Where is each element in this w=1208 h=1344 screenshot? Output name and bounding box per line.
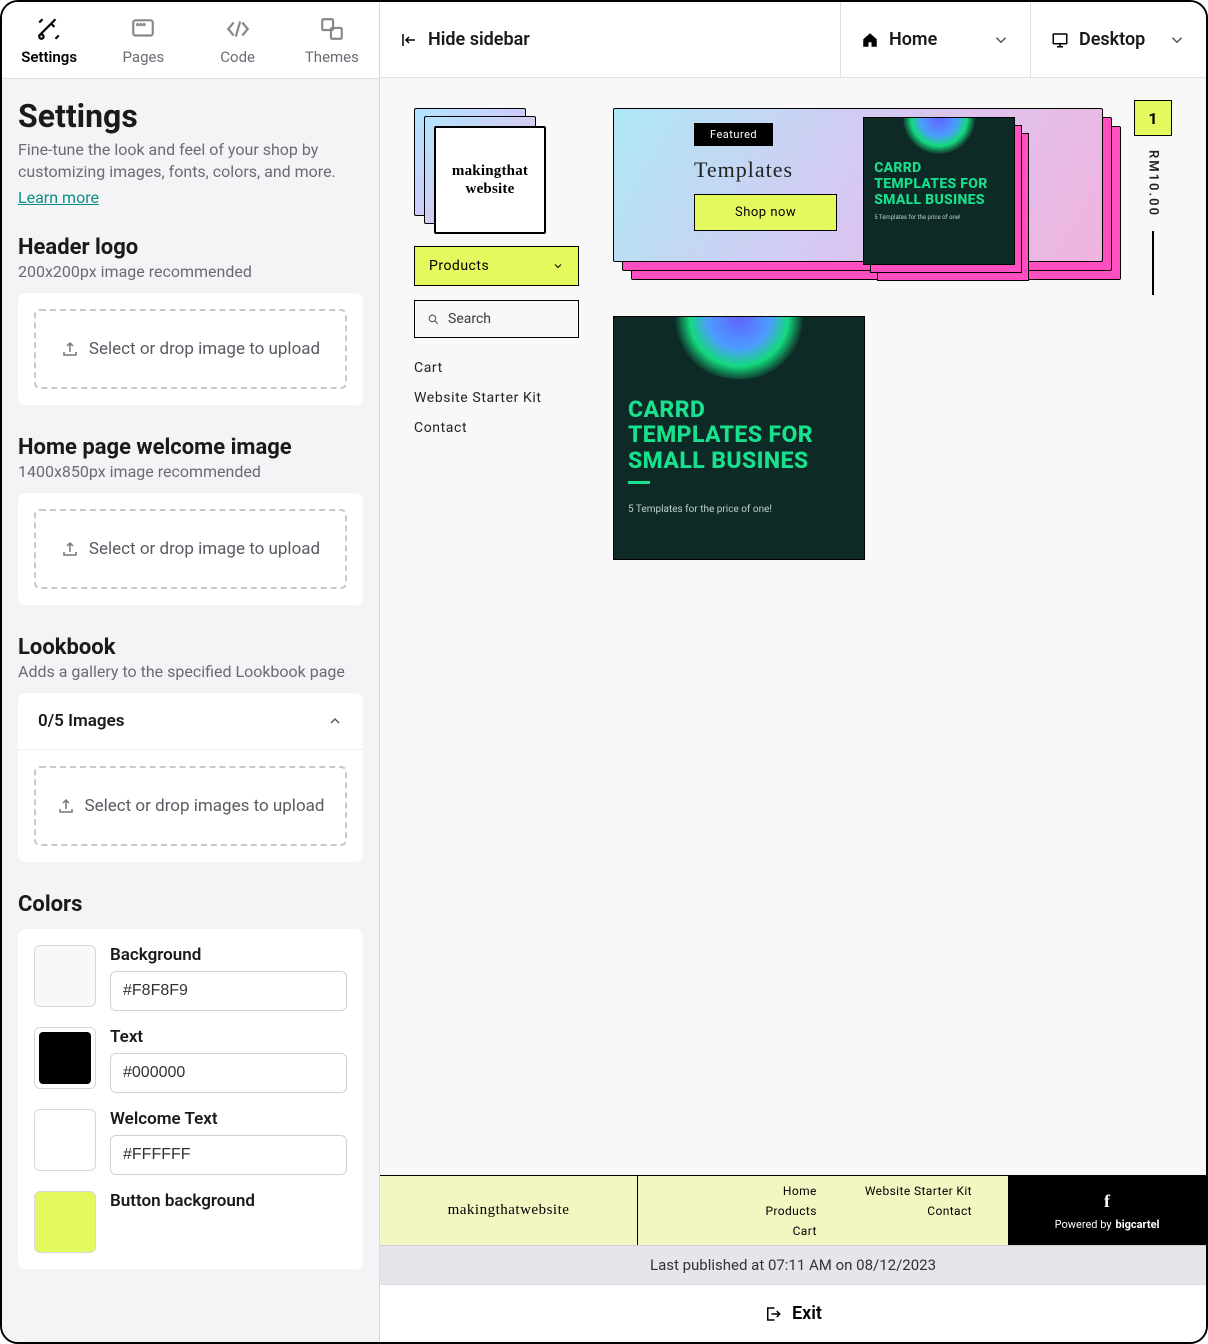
home-icon (861, 31, 879, 49)
tab-pages[interactable]: Pages (96, 2, 190, 78)
upload-welcome-image[interactable]: Select or drop image to upload (34, 509, 347, 589)
code-icon (225, 16, 251, 42)
upload-header-logo[interactable]: Select or drop image to upload (34, 309, 347, 389)
preview-canvas: makingthat website Products Search Cart (380, 78, 1206, 1245)
hide-sidebar-button[interactable]: Hide sidebar (380, 2, 840, 77)
color-row-button-bg: Button background (34, 1191, 347, 1253)
preview-hero: Featured Templates Shop now CARR (613, 108, 1121, 288)
color-swatch[interactable] (34, 1109, 96, 1171)
preview-logo[interactable]: makingthat website (414, 108, 554, 232)
page-select-label: Home (889, 29, 937, 50)
color-label: Background (110, 945, 347, 965)
color-label: Button background (110, 1191, 347, 1211)
chevron-down-icon (1168, 31, 1186, 49)
color-input-background[interactable] (110, 971, 347, 1011)
cart-price: RM10.00 (1146, 150, 1161, 217)
panel-title: Settings (18, 97, 363, 135)
hero-title: Templates (694, 157, 793, 183)
color-swatch[interactable] (34, 1191, 96, 1253)
hero-badge: Featured (694, 123, 773, 146)
tab-label: Themes (305, 48, 359, 66)
preview-footer: makingthatwebsite Home Website Starter K… (380, 1175, 1206, 1245)
page-select[interactable]: Home (840, 2, 1030, 77)
lookbook-accordion-toggle[interactable]: 0/5 Images (18, 693, 363, 750)
section-colors-title: Colors (18, 892, 363, 917)
color-label: Text (110, 1027, 347, 1047)
hide-sidebar-label: Hide sidebar (428, 29, 530, 50)
exit-icon (764, 1305, 782, 1323)
hero-cta-button[interactable]: Shop now (694, 194, 837, 231)
pages-icon (130, 16, 156, 42)
section-header-logo-title: Header logo (18, 235, 363, 260)
topbar: Hide sidebar Home Desktop (380, 2, 1206, 78)
collapse-icon (400, 31, 418, 49)
tab-code[interactable]: Code (191, 2, 285, 78)
cart-divider (1152, 231, 1154, 295)
footer-link[interactable]: Products (765, 1204, 816, 1218)
upload-label: Select or drop images to upload (85, 796, 325, 816)
search-icon (427, 313, 440, 326)
publish-status: Last published at 07:11 AM on 08/12/2023 (380, 1245, 1206, 1284)
viewport-select[interactable]: Desktop (1030, 2, 1206, 77)
upload-lookbook-images[interactable]: Select or drop images to upload (34, 766, 347, 846)
chevron-down-icon (552, 260, 564, 272)
section-welcome-title: Home page welcome image (18, 435, 363, 460)
preview-nav-cart[interactable]: Cart (414, 360, 579, 376)
color-input-text[interactable] (110, 1053, 347, 1093)
exit-label: Exit (792, 1303, 822, 1324)
color-input-welcome-text[interactable] (110, 1135, 347, 1175)
section-lookbook-sub: Adds a gallery to the specified Lookbook… (18, 662, 363, 681)
color-label: Welcome Text (110, 1109, 347, 1129)
bigcartel-link[interactable]: bigcartel (1116, 1218, 1160, 1231)
section-header-logo-sub: 200x200px image recommended (18, 262, 363, 281)
panel-desc: Fine-tune the look and feel of your shop… (18, 139, 363, 184)
tab-label: Settings (21, 48, 77, 66)
preview-cart-widget[interactable]: 1 RM10.00 (1134, 100, 1172, 295)
footer-link[interactable]: Cart (765, 1224, 816, 1238)
preview-nav-starter-kit[interactable]: Website Starter Kit (414, 390, 579, 406)
panel-tabs: Settings Pages Code Themes (2, 2, 379, 79)
color-row-welcome-text: Welcome Text (34, 1109, 347, 1175)
tab-label: Pages (123, 48, 165, 66)
upload-icon (61, 540, 79, 558)
color-row-background: Background (34, 945, 347, 1011)
upload-label: Select or drop image to upload (89, 539, 320, 559)
section-welcome-sub: 1400x850px image recommended (18, 462, 363, 481)
logo-text: makingthat website (434, 126, 546, 234)
facebook-icon[interactable]: f (1104, 1191, 1110, 1212)
preview-search-input[interactable]: Search (414, 300, 579, 338)
powered-by-label: Powered by (1055, 1218, 1112, 1231)
upload-label: Select or drop image to upload (89, 339, 320, 359)
preview-products-button[interactable]: Products (414, 246, 579, 286)
chevron-up-icon (327, 713, 343, 729)
chevron-down-icon (992, 31, 1010, 49)
settings-icon (36, 16, 62, 42)
section-lookbook-title: Lookbook (18, 635, 363, 660)
themes-icon (319, 16, 345, 42)
color-swatch[interactable] (34, 1027, 96, 1089)
footer-link[interactable]: Website Starter Kit (865, 1184, 972, 1198)
learn-more-link[interactable]: Learn more (18, 188, 99, 207)
search-placeholder: Search (448, 311, 491, 327)
color-swatch[interactable] (34, 945, 96, 1007)
preview-nav-contact[interactable]: Contact (414, 420, 579, 436)
tab-settings[interactable]: Settings (2, 2, 96, 78)
footer-link[interactable]: Contact (865, 1204, 972, 1218)
hero-product-image: CARRD TEMPLATES FOR SMALL BUSINES 5 Temp… (863, 117, 1015, 265)
upload-icon (57, 797, 75, 815)
tab-themes[interactable]: Themes (285, 2, 379, 78)
tab-label: Code (220, 48, 255, 66)
preview-product-card[interactable]: CARRD TEMPLATES FOR SMALL BUSINES 5 Temp… (613, 316, 865, 560)
color-row-text: Text (34, 1027, 347, 1093)
products-label: Products (429, 258, 489, 274)
cart-count-badge: 1 (1134, 100, 1172, 136)
lookbook-count: 0/5 Images (38, 711, 124, 731)
exit-button[interactable]: Exit (380, 1284, 1206, 1342)
footer-brand[interactable]: makingthatwebsite (380, 1176, 638, 1245)
desktop-icon (1051, 31, 1069, 49)
viewport-label: Desktop (1079, 29, 1145, 50)
upload-icon (61, 340, 79, 358)
footer-link[interactable]: Home (765, 1184, 816, 1198)
